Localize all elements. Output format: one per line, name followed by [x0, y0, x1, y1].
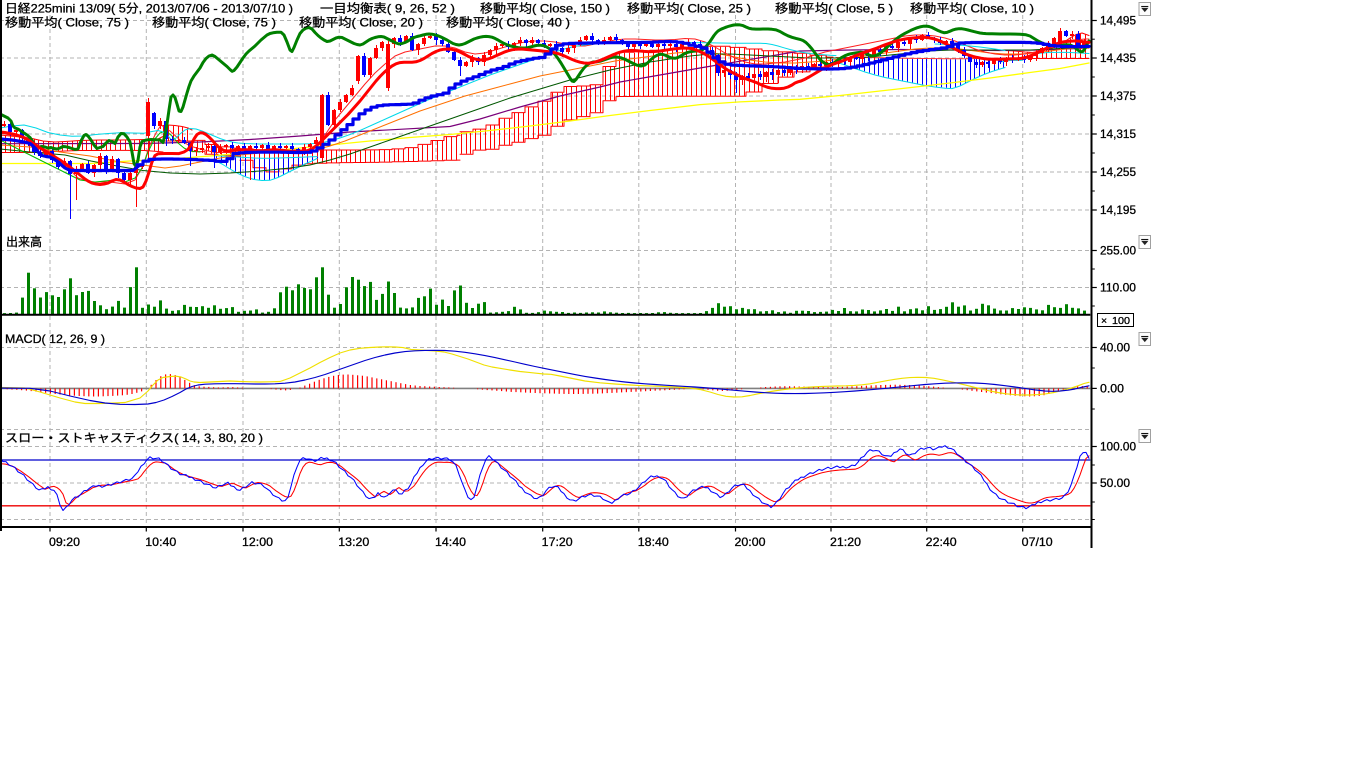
svg-text:スロー・ストキャスティクス( 14, 3, 80, 20 ): スロー・ストキャスティクス( 14, 3, 80, 20 ): [5, 431, 263, 445]
svg-text:移動平均( Close, 40 ): 移動平均( Close, 40 ): [446, 16, 570, 30]
svg-text:10:40: 10:40: [145, 535, 176, 549]
svg-text:20:00: 20:00: [735, 535, 766, 549]
svg-text:255.00: 255.00: [1100, 244, 1136, 258]
svg-text:12:00: 12:00: [242, 535, 273, 549]
svg-text:移動平均( Close, 5 ): 移動平均( Close, 5 ): [775, 2, 893, 16]
svg-text:0.00: 0.00: [1100, 381, 1124, 395]
svg-text:07/10: 07/10: [1022, 535, 1053, 549]
svg-text:14,315: 14,315: [1100, 127, 1136, 141]
svg-text:21:20: 21:20: [830, 535, 861, 549]
svg-text:MACD( 12, 26, 9 ): MACD( 12, 26, 9 ): [5, 332, 105, 346]
svg-text:移動平均( Close, 75 ): 移動平均( Close, 75 ): [5, 16, 129, 30]
svg-text:22:40: 22:40: [926, 535, 957, 549]
svg-text:移動平均( Close, 20 ): 移動平均( Close, 20 ): [299, 16, 423, 30]
svg-text:100.00: 100.00: [1100, 440, 1136, 454]
svg-text:14:40: 14:40: [435, 535, 466, 549]
svg-text:17:20: 17:20: [542, 535, 573, 549]
svg-text:移動平均( Close, 10 ): 移動平均( Close, 10 ): [910, 2, 1034, 16]
svg-text:14,195: 14,195: [1100, 203, 1136, 217]
svg-text:110.00: 110.00: [1100, 281, 1136, 295]
svg-text:移動平均( Close, 25 ): 移動平均( Close, 25 ): [627, 2, 751, 16]
svg-text:13:20: 13:20: [338, 535, 369, 549]
svg-text:14,435: 14,435: [1100, 51, 1136, 65]
svg-text:移動平均( Close, 150 ): 移動平均( Close, 150 ): [480, 2, 610, 16]
svg-text:一目均衡表( 9, 26, 52 ): 一目均衡表( 9, 26, 52 ): [320, 2, 455, 16]
svg-text:14,255: 14,255: [1100, 165, 1136, 179]
svg-text:日経225mini 13/09( 5分, 2013/07/0: 日経225mini 13/09( 5分, 2013/07/06 - 2013/0…: [5, 2, 293, 16]
svg-text:×: ×: [1101, 315, 1107, 327]
svg-text:18:40: 18:40: [638, 535, 669, 549]
svg-text:100: 100: [1112, 315, 1130, 327]
svg-text:14,375: 14,375: [1100, 89, 1136, 103]
svg-text:09:20: 09:20: [49, 535, 80, 549]
svg-text:14,495: 14,495: [1100, 14, 1136, 28]
svg-text:40.00: 40.00: [1100, 341, 1130, 355]
svg-text:移動平均( Close, 75 ): 移動平均( Close, 75 ): [152, 16, 276, 30]
svg-text:出来高: 出来高: [6, 234, 42, 249]
svg-text:50.00: 50.00: [1100, 476, 1130, 490]
